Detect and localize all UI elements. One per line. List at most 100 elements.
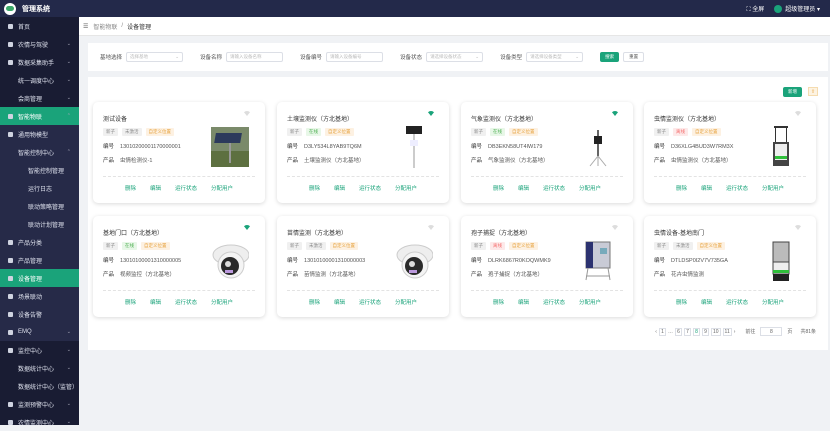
run-status-button[interactable]: 运行状态: [359, 184, 381, 192]
delete-button[interactable]: 删除: [493, 298, 504, 306]
name-input[interactable]: 请输入设备名称: [226, 52, 284, 62]
edit-button[interactable]: 编辑: [334, 298, 345, 306]
sidebar-item[interactable]: 统一调度中心 ⌄: [0, 71, 79, 89]
search-button[interactable]: 搜索: [600, 52, 620, 62]
base-select[interactable]: 选择基地 ⌄: [126, 52, 184, 62]
sidebar-item[interactable]: EMQ ⌄: [0, 323, 79, 341]
page-button[interactable]: 8: [692, 327, 700, 336]
sidebar-item[interactable]: 场景联动: [0, 287, 79, 305]
user-name: 超级管理员: [785, 6, 816, 13]
run-status-button[interactable]: 运行状态: [359, 298, 381, 306]
next-page-button[interactable]: ›: [734, 329, 736, 335]
assign-user-button[interactable]: 分配用户: [579, 298, 601, 306]
sidebar-item[interactable]: 运行日志: [0, 179, 79, 197]
sidebar-item[interactable]: 监测预警中心 ⌄: [0, 395, 79, 413]
menu-icon: [8, 293, 13, 299]
fullscreen-button[interactable]: ⛶ 全屏: [746, 4, 764, 14]
device-card[interactable]: 虫情监测仪（方北基地） 新子 离线 自定义位置 编号 D36XLG4BUD3W7RM3…: [644, 102, 816, 203]
menu-toggle-icon[interactable]: ☰: [83, 23, 88, 30]
sidebar-item-label: 监控中心: [18, 348, 43, 355]
assign-user-button[interactable]: 分配用户: [211, 298, 233, 306]
chevron-down-icon: ⌄: [575, 54, 580, 59]
device-card[interactable]: 虫情设备-基地南门 新子 未激活 自定义位置 编号 DTLDSP0I2V7V735GA…: [644, 216, 816, 317]
assign-user-button[interactable]: 分配用户: [211, 184, 233, 192]
edit-button[interactable]: 编辑: [701, 184, 712, 192]
prev-page-button[interactable]: ‹: [655, 329, 657, 335]
edit-button[interactable]: 编辑: [150, 184, 161, 192]
assign-user-button[interactable]: 分配用户: [579, 184, 601, 192]
goto-page-input[interactable]: 8: [760, 327, 783, 336]
page-1[interactable]: 1: [658, 327, 666, 336]
delete-button[interactable]: 删除: [125, 298, 136, 306]
device-card[interactable]: 苗情监测（方北基地） 新子 未激活 自定义位置 编号 1301010000131000…: [277, 216, 449, 317]
assign-user-button[interactable]: 分配用户: [395, 184, 417, 192]
device-image: [579, 240, 617, 282]
sidebar-item[interactable]: 农情与驾驶 ⌄: [0, 35, 79, 53]
sidebar-item[interactable]: 智能控制管理: [0, 161, 79, 179]
edit-button[interactable]: 编辑: [334, 184, 345, 192]
run-status-button[interactable]: 运行状态: [543, 298, 565, 306]
sidebar-item[interactable]: 联动策略管理: [0, 197, 79, 215]
sidebar-item[interactable]: 首页: [0, 17, 79, 35]
sidebar-item[interactable]: 产品分类: [0, 233, 79, 251]
delete-button[interactable]: 删除: [125, 184, 136, 192]
divider: [103, 290, 255, 291]
delete-button[interactable]: 删除: [676, 184, 687, 192]
edit-button[interactable]: 编辑: [518, 298, 529, 306]
sidebar-item[interactable]: 智能物联 ⌃: [0, 107, 79, 125]
sidebar-item-label: 智能控制管理: [28, 168, 65, 175]
device-code: 13010100001310000005: [120, 258, 182, 264]
assign-user-button[interactable]: 分配用户: [762, 184, 784, 192]
code-input[interactable]: 请输入设备编号: [326, 52, 384, 62]
add-button[interactable]: 新增: [783, 87, 802, 97]
sidebar-item[interactable]: 设备告警: [0, 305, 79, 323]
user-menu[interactable]: 超级管理员 ▾: [774, 4, 820, 14]
edit-button[interactable]: 编辑: [518, 184, 529, 192]
run-status-button[interactable]: 运行状态: [175, 184, 197, 192]
page-unit: 页: [787, 329, 793, 335]
page-button[interactable]: 7: [683, 327, 691, 336]
sidebar-item[interactable]: 数据统计中心 ⌄: [0, 359, 79, 377]
delete-button[interactable]: 删除: [493, 184, 504, 192]
export-button[interactable]: ⇪: [808, 87, 818, 96]
type-select[interactable]: 请选择设备类型 ⌄: [526, 52, 584, 62]
page-button[interactable]: 11: [722, 327, 732, 336]
device-card[interactable]: 基地门口（方北基地） 新子 在线 自定义位置 编号 13010100001310000…: [93, 216, 265, 317]
run-status-button[interactable]: 运行状态: [726, 184, 748, 192]
breadcrumb-parent[interactable]: 智能物联: [93, 22, 117, 31]
sidebar-item[interactable]: 会商管理 ⌄: [0, 89, 79, 107]
page-button[interactable]: 10: [710, 327, 721, 336]
status-select[interactable]: 请选择设备状态 ⌄: [426, 52, 484, 62]
sidebar-item[interactable]: 数据采集助手 ⌄: [0, 53, 79, 71]
page-button[interactable]: 6: [674, 327, 682, 336]
sidebar-item[interactable]: 智能控制中心 ⌃: [0, 143, 79, 161]
device-card[interactable]: 孢子捕捉（方北基地） 新子 离线 自定义位置 编号 DLRK6867R0KOQWMK9…: [461, 216, 633, 317]
chevron-down-icon: ⌄: [66, 419, 71, 425]
delete-button[interactable]: 删除: [676, 298, 687, 306]
assign-user-button[interactable]: 分配用户: [762, 298, 784, 306]
sidebar-item[interactable]: 监控中心 ⌄: [0, 341, 79, 359]
sidebar-item[interactable]: 设备管理: [0, 269, 79, 287]
run-status-button[interactable]: 运行状态: [543, 184, 565, 192]
device-code: D36XLG4BUD3W7RM3X: [671, 144, 734, 150]
device-card[interactable]: 土壤监测仪（方北基地） 新子 在线 自定义位置 编号 D3LY534L8YAB9TQ6…: [277, 102, 449, 203]
run-status-button[interactable]: 运行状态: [726, 298, 748, 306]
device-title: 苗情监测（方北基地）: [287, 231, 348, 237]
device-card[interactable]: 气象监测仪（方北基地） 新子 在线 自定义位置 编号 DB3EKN58UT4IW179…: [461, 102, 633, 203]
reset-button[interactable]: 重置: [623, 52, 645, 62]
assign-user-button[interactable]: 分配用户: [395, 298, 417, 306]
device-card[interactable]: 测试设备 新子 未激活 自定义位置 编号 13010200001170000001 产…: [93, 102, 265, 203]
edit-button[interactable]: 编辑: [150, 298, 161, 306]
sidebar-item[interactable]: 通用物模型: [0, 125, 79, 143]
delete-button[interactable]: 删除: [309, 298, 320, 306]
sidebar-item[interactable]: 农情监测中心 ⌄: [0, 413, 79, 431]
page-ellipsis[interactable]: …: [668, 329, 673, 335]
sidebar-item[interactable]: 数据统计中心（监管）: [0, 377, 79, 395]
edit-button[interactable]: 编辑: [701, 298, 712, 306]
sidebar-item[interactable]: 联动计划管理: [0, 215, 79, 233]
run-status-button[interactable]: 运行状态: [175, 298, 197, 306]
chevron-down-icon: ⌄: [475, 54, 480, 59]
sidebar-item[interactable]: 产品管理: [0, 251, 79, 269]
page-button[interactable]: 9: [701, 327, 709, 336]
delete-button[interactable]: 删除: [309, 184, 320, 192]
